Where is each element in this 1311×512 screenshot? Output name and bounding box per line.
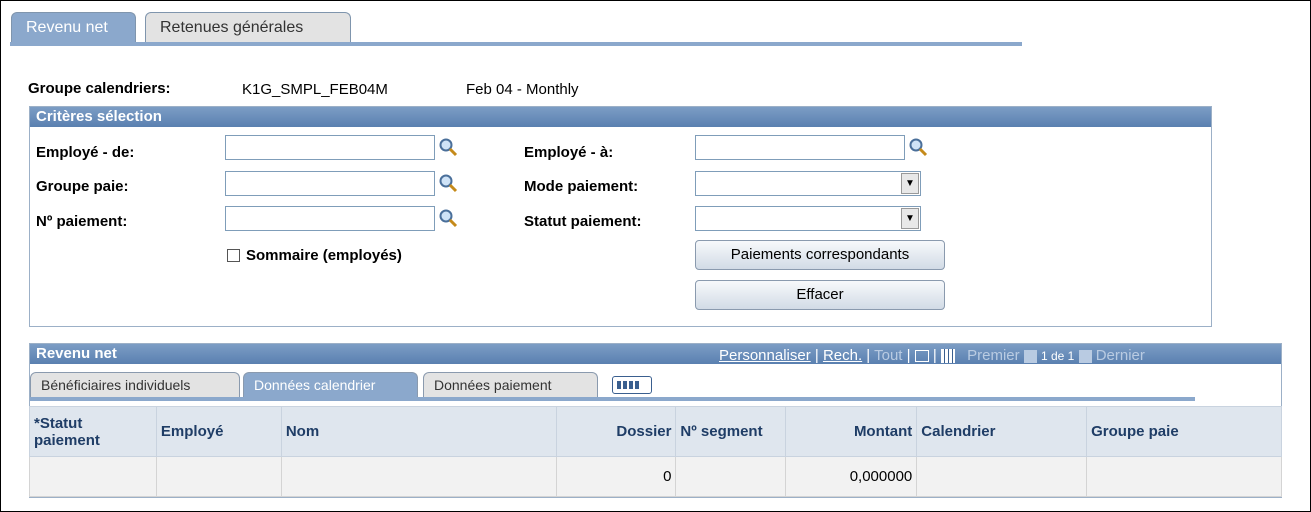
cell-calendar xyxy=(916,456,1088,497)
column-header-amount[interactable]: Montant xyxy=(785,406,918,457)
calendar-group-label: Groupe calendriers: xyxy=(28,80,171,97)
employee-from-label: Employé - de: xyxy=(36,144,135,161)
tab-label: Retenues générales xyxy=(160,19,304,36)
employee-to-label: Employé - à: xyxy=(524,144,614,161)
chevron-down-icon[interactable]: ▼ xyxy=(901,208,919,229)
payment-status-select[interactable]: ▼ xyxy=(695,206,921,231)
cell-segment xyxy=(675,456,787,497)
search-icon[interactable] xyxy=(438,137,458,157)
search-icon[interactable] xyxy=(438,208,458,228)
selection-criteria-title: Critères sélection xyxy=(30,107,1211,127)
column-header-calendar[interactable]: Calendrier xyxy=(916,406,1088,457)
cell-employee xyxy=(155,456,282,497)
subtab-beneficiaires[interactable]: Bénéficiaires individuels xyxy=(30,372,240,398)
last-link: Dernier xyxy=(1095,347,1145,364)
employee-to-input[interactable] xyxy=(695,135,905,160)
view-all-link[interactable]: Tout xyxy=(874,347,902,364)
column-header-segment[interactable]: Nº segment xyxy=(675,406,787,457)
search-icon[interactable] xyxy=(908,137,928,157)
payment-number-input[interactable] xyxy=(225,206,435,231)
payment-number-label: Nº paiement: xyxy=(36,213,128,230)
show-all-columns-icon[interactable] xyxy=(612,376,652,394)
subtab-donnees-paiement[interactable]: Données paiement xyxy=(423,372,598,398)
column-header-status[interactable]: *Statut paiement xyxy=(29,406,157,457)
row-range: 1 de 1 xyxy=(1040,349,1075,363)
cell-status xyxy=(29,456,157,497)
column-header-file[interactable]: Dossier xyxy=(555,406,677,457)
first-link: Premier xyxy=(967,347,1020,364)
find-link[interactable]: Rech. xyxy=(823,347,862,364)
column-header-employee[interactable]: Employé xyxy=(155,406,282,457)
tab-revenu-net[interactable]: Revenu net xyxy=(11,12,136,42)
calendar-group-code: K1G_SMPL_FEB04M xyxy=(242,81,388,98)
new-window-icon[interactable] xyxy=(914,350,929,363)
cell-name xyxy=(280,456,557,497)
grid-navigation: Personnaliser | Rech. | Tout | | Premier… xyxy=(719,347,1145,364)
table-row: 0 0,000000 xyxy=(29,456,1282,497)
employee-from-input[interactable] xyxy=(225,135,435,160)
pay-mode-select[interactable]: ▼ xyxy=(695,171,921,196)
subtab-label: Données paiement xyxy=(434,377,552,393)
pay-group-label: Groupe paie: xyxy=(36,178,129,195)
previous-arrow-icon xyxy=(1023,349,1037,363)
chevron-down-icon[interactable]: ▼ xyxy=(901,173,919,194)
tab-retenues-generales[interactable]: Retenues générales xyxy=(145,12,351,42)
column-header-name[interactable]: Nom xyxy=(280,406,557,457)
subtab-underline xyxy=(30,397,1195,401)
summary-checkbox[interactable] xyxy=(227,249,240,262)
tab-label: Revenu net xyxy=(26,19,108,36)
subtab-label: Données calendrier xyxy=(254,377,376,393)
column-header-pay-group[interactable]: Groupe paie xyxy=(1086,406,1282,457)
search-icon[interactable] xyxy=(438,173,458,193)
pay-mode-label: Mode paiement: xyxy=(524,178,639,195)
summary-label: Sommaire (employés) xyxy=(246,247,402,264)
matching-payments-button[interactable]: Paiements correspondants xyxy=(695,240,945,270)
next-arrow-icon xyxy=(1078,349,1092,363)
clear-button[interactable]: Effacer xyxy=(695,280,945,310)
net-pay-grid: *Statut paiement Employé Nom Dossier Nº … xyxy=(29,406,1282,497)
subtab-donnees-calendrier[interactable]: Données calendrier xyxy=(243,372,418,398)
calendar-group-description: Feb 04 - Monthly xyxy=(466,81,579,98)
payment-status-label: Statut paiement: xyxy=(524,213,642,230)
tab-underline xyxy=(10,42,1022,46)
cell-pay-group xyxy=(1086,456,1282,497)
cell-amount: 0,000000 xyxy=(785,456,918,497)
pay-group-input[interactable] xyxy=(225,171,435,196)
cell-file: 0 xyxy=(555,456,677,497)
subtab-label: Bénéficiaires individuels xyxy=(41,377,191,393)
customize-link[interactable]: Personnaliser xyxy=(719,347,811,364)
spreadsheet-icon[interactable] xyxy=(940,349,955,364)
